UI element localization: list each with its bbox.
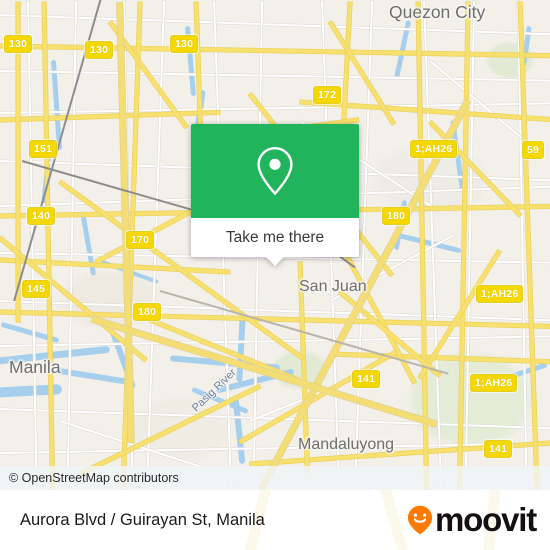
map-canvas[interactable]: 130 130 130 172 1;AH26 59 151 140 170 180 145 180 1;…: [0, 0, 550, 490]
road-shield: 170: [126, 231, 155, 249]
station-popup-card[interactable]: Take me there: [191, 124, 359, 266]
map-pin-icon: [257, 146, 293, 196]
road-shield: 180: [133, 303, 162, 321]
place-label: Manila: [9, 357, 61, 377]
road-shield: 59: [522, 141, 545, 159]
road-shield: 130: [170, 35, 199, 53]
road-shield: 145: [22, 280, 51, 298]
popup-pointer: [266, 257, 284, 266]
popup-footer[interactable]: Take me there: [191, 218, 359, 266]
place-label: Quezon City: [389, 2, 486, 22]
road-shield: 140: [27, 207, 56, 225]
road-shield: 141: [352, 370, 381, 388]
road-shield: 1;AH26: [476, 285, 524, 303]
road-shield: 130: [4, 35, 33, 53]
place-label: Mandaluyong: [298, 436, 395, 453]
attribution-text: © OpenStreetMap contributors: [9, 471, 179, 485]
page-title: Aurora Blvd / Guirayan St, Manila: [20, 510, 265, 529]
road-shield: 180: [382, 207, 411, 225]
road-shield: 130: [85, 41, 114, 59]
take-me-there-button[interactable]: Take me there: [226, 229, 324, 247]
moovit-wordmark: moovit: [435, 501, 537, 538]
place-label: San Juan: [299, 278, 367, 295]
road-shield: 151: [29, 140, 58, 158]
moovit-pin-icon: [407, 505, 433, 535]
moovit-station-map-page: 130 130 130 172 1;AH26 59 151 140 170 180 145 180 1;…: [0, 0, 550, 550]
road-shield: 141: [484, 440, 513, 458]
map-attribution[interactable]: © OpenStreetMap contributors: [0, 466, 550, 490]
road-shield: 1;AH26: [410, 140, 458, 158]
road-shield: 172: [313, 86, 342, 104]
road-shield: 1;AH26: [470, 374, 518, 392]
moovit-logo[interactable]: moovit: [407, 501, 537, 539]
popup-header: [191, 124, 359, 218]
page-footer: Aurora Blvd / Guirayan St, Manila moovit: [0, 490, 550, 550]
